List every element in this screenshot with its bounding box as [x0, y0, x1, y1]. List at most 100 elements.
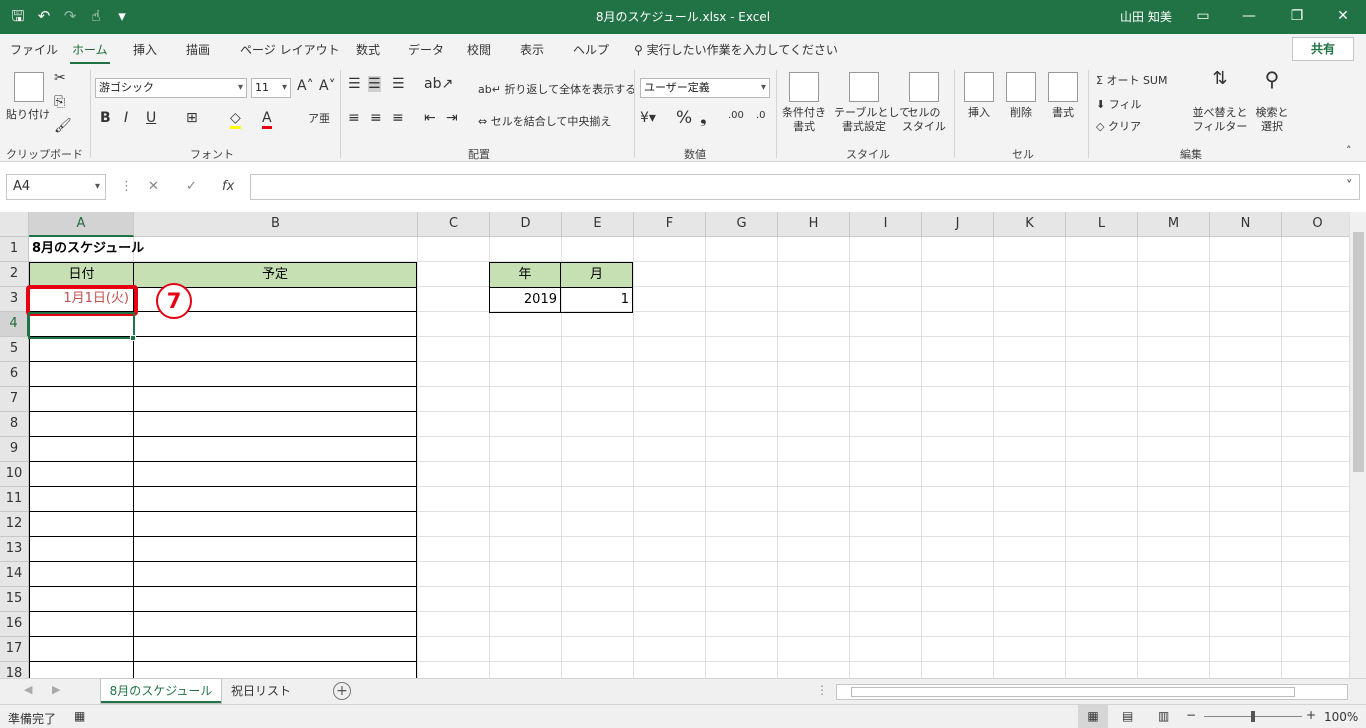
column-header[interactable]: D: [490, 212, 562, 237]
merge-center-button[interactable]: ⇔ セルを結合して中央揃え: [478, 113, 611, 129]
font-size-select[interactable]: 11: [251, 78, 291, 98]
copy-icon[interactable]: ⎘: [54, 94, 65, 110]
row-header[interactable]: 6: [0, 362, 29, 387]
collapse-ribbon-icon[interactable]: ˄: [1346, 144, 1352, 157]
row-header[interactable]: 1: [0, 237, 29, 262]
percent-button[interactable]: %: [676, 108, 692, 128]
paste-icon[interactable]: [14, 72, 44, 102]
vertical-scrollbar[interactable]: [1349, 212, 1366, 678]
header-month[interactable]: 月: [560, 262, 633, 288]
insert-cells-button[interactable]: 挿入: [958, 72, 1000, 120]
zoom-slider-thumb[interactable]: [1251, 711, 1255, 722]
format-painter-icon[interactable]: 🖌: [54, 118, 72, 134]
close-button[interactable]: ✕: [1320, 4, 1366, 28]
tab-insert[interactable]: 挿入: [133, 41, 157, 58]
italic-button[interactable]: I: [124, 110, 128, 126]
grow-font-icon[interactable]: A˄: [297, 78, 314, 94]
paste-label[interactable]: 貼り付け: [6, 106, 50, 122]
increase-decimal-icon[interactable]: .00: [728, 110, 744, 121]
page-layout-view-icon[interactable]: ▤: [1122, 709, 1133, 723]
row-header[interactable]: 15: [0, 587, 29, 612]
wrap-text-button[interactable]: ab↵ 折り返して全体を表示する: [478, 81, 636, 97]
active-cell-a4[interactable]: [28, 312, 135, 339]
tab-help[interactable]: ヘルプ: [573, 41, 609, 58]
fill-handle[interactable]: [130, 335, 136, 341]
font-color-icon[interactable]: A: [262, 110, 272, 129]
sheet-tab-schedule[interactable]: 8月のスケジュール: [101, 679, 221, 703]
normal-view-icon[interactable]: ▦: [1078, 705, 1108, 728]
tab-formulas[interactable]: 数式: [356, 41, 380, 58]
increase-indent-icon[interactable]: ⇥: [446, 110, 458, 126]
font-name-select[interactable]: 游ゴシック: [95, 78, 247, 98]
tab-split-icon[interactable]: ⋮: [816, 683, 828, 697]
column-header[interactable]: I: [850, 212, 922, 237]
zoom-out-button[interactable]: −: [1186, 708, 1196, 722]
cut-icon[interactable]: ✂: [54, 70, 66, 86]
row-header[interactable]: 4: [0, 312, 29, 337]
format-as-table-button[interactable]: テーブルとして 書式設定: [834, 72, 910, 134]
tab-page-layout[interactable]: ページ レイアウト: [240, 41, 340, 58]
minimize-button[interactable]: —: [1226, 4, 1272, 28]
decrease-decimal-icon[interactable]: .0: [756, 110, 766, 121]
add-sheet-button[interactable]: +: [333, 682, 351, 700]
cell-e3-month[interactable]: 1: [560, 288, 629, 312]
user-name[interactable]: 山田 知美: [1120, 8, 1172, 25]
header-year[interactable]: 年: [489, 262, 561, 288]
align-bottom-icon[interactable]: ☰: [392, 76, 405, 92]
column-header[interactable]: G: [706, 212, 778, 237]
share-button[interactable]: 共有: [1292, 37, 1354, 61]
row-header[interactable]: 11: [0, 487, 29, 512]
currency-icon[interactable]: ¥▾: [640, 110, 656, 126]
next-sheet-icon[interactable]: ▶: [52, 683, 60, 696]
tab-data[interactable]: データ: [408, 41, 444, 58]
insert-function-icon[interactable]: fx: [222, 179, 234, 194]
column-header[interactable]: L: [1066, 212, 1138, 237]
decrease-indent-icon[interactable]: ⇤: [424, 110, 436, 126]
row-header[interactable]: 10: [0, 462, 29, 487]
column-header[interactable]: A: [29, 212, 134, 237]
comma-button[interactable]: ❟: [700, 108, 707, 128]
tab-draw[interactable]: 描画: [186, 41, 210, 58]
column-header[interactable]: H: [778, 212, 850, 237]
column-header[interactable]: B: [134, 212, 418, 237]
autosum-button[interactable]: Σ オート SUM: [1096, 72, 1167, 88]
cell-d3-year[interactable]: 2019: [489, 288, 557, 312]
macro-record-icon[interactable]: ▦: [74, 709, 85, 723]
row-header[interactable]: 12: [0, 512, 29, 537]
prev-sheet-icon[interactable]: ◀: [24, 683, 32, 696]
cell-a1[interactable]: 8月のスケジュール: [32, 237, 144, 261]
row-header[interactable]: 9: [0, 437, 29, 462]
underline-button[interactable]: U: [146, 110, 156, 126]
align-center-icon[interactable]: ≡: [370, 110, 382, 126]
formula-input[interactable]: [250, 174, 1360, 200]
fill-button[interactable]: ⬇ フィル: [1096, 96, 1142, 112]
spreadsheet-grid[interactable]: ABCDEFGHIJKLMNO 1 2 3 4 5 6 7 8 9 10 11 12 13 14 15 16 1…: [0, 212, 1366, 678]
row-header[interactable]: 3: [0, 287, 29, 312]
number-format-select[interactable]: ユーザー定義: [640, 78, 770, 98]
bold-button[interactable]: B: [100, 110, 111, 126]
tab-home[interactable]: ホーム: [70, 41, 110, 65]
align-left-icon[interactable]: ≡: [348, 110, 360, 126]
shrink-font-icon[interactable]: A˅: [319, 78, 336, 94]
expand-formula-bar-icon[interactable]: ˅: [1346, 179, 1353, 194]
select-all-corner[interactable]: [0, 212, 29, 237]
row-header[interactable]: 16: [0, 612, 29, 637]
restore-button[interactable]: ❐: [1274, 4, 1320, 28]
horizontal-scroll-thumb[interactable]: [851, 687, 1295, 697]
clear-button[interactable]: ◇ クリア: [1096, 118, 1141, 134]
column-header[interactable]: C: [418, 212, 490, 237]
find-select-button[interactable]: ⚲ 検索と 選択: [1250, 69, 1294, 134]
enter-icon[interactable]: ✓: [186, 179, 197, 194]
borders-icon[interactable]: ⊞: [186, 110, 198, 126]
page-break-view-icon[interactable]: ▥: [1158, 709, 1169, 723]
name-box[interactable]: A4: [6, 174, 106, 200]
horizontal-scrollbar[interactable]: [836, 684, 1348, 700]
tab-file[interactable]: ファイル: [10, 41, 58, 58]
phonetic-icon[interactable]: ア亜: [308, 110, 330, 126]
conditional-formatting-button[interactable]: 条件付き 書式: [780, 72, 828, 134]
fill-color-icon[interactable]: ◇: [230, 110, 241, 129]
row-header[interactable]: 14: [0, 562, 29, 587]
vertical-scroll-thumb[interactable]: [1353, 232, 1364, 472]
sort-filter-button[interactable]: ⇅ 並べ替えと フィルター: [1192, 70, 1248, 134]
row-header[interactable]: 7: [0, 387, 29, 412]
